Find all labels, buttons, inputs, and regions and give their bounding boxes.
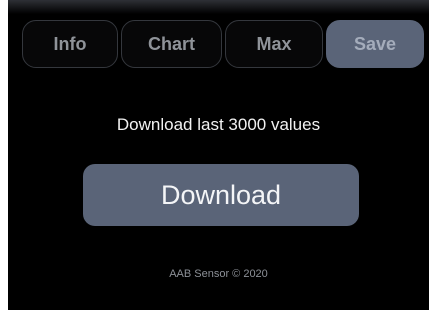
app-screen: Info Chart Max Save Download last 3000 v… bbox=[8, 0, 429, 310]
download-description: Download last 3000 values bbox=[116, 115, 321, 134]
download-button[interactable]: Download bbox=[83, 164, 359, 226]
tab-info[interactable]: Info bbox=[22, 20, 118, 68]
footer-copyright: AAB Sensor © 2020 bbox=[169, 268, 268, 280]
tab-chart[interactable]: Chart bbox=[121, 20, 222, 68]
tab-save[interactable]: Save bbox=[326, 20, 424, 68]
top-gradient bbox=[8, 0, 429, 14]
tab-bar: Info Chart Max Save bbox=[22, 20, 424, 70]
tab-max[interactable]: Max bbox=[225, 20, 323, 68]
